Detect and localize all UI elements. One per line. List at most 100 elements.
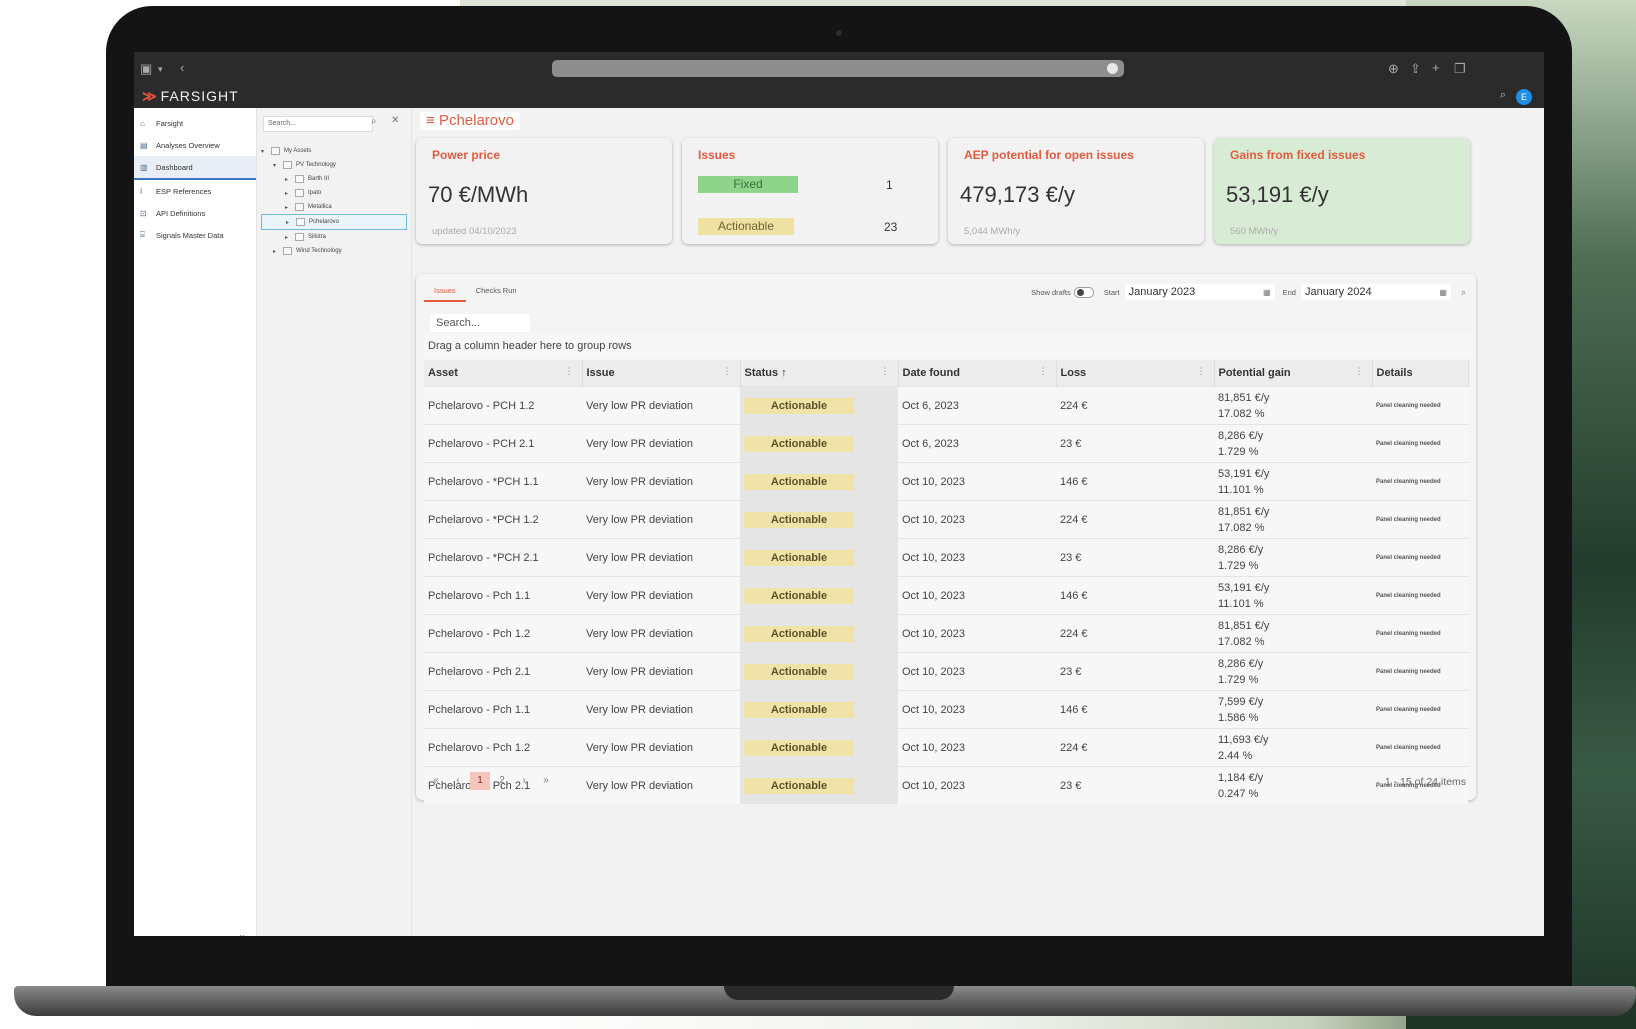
address-bar[interactable] [552,60,1124,77]
checkbox[interactable] [283,161,292,169]
nav-item-esp-references[interactable]: ⅰ ESP References [134,180,256,202]
tabs-overview-icon[interactable]: ❐ [1454,62,1466,76]
column-menu-icon[interactable]: ⋮ [565,366,574,377]
download-icon[interactable]: ⊕ [1388,62,1399,76]
nav-item-label: ESP References [156,186,212,196]
brand-logo[interactable]: ≫ FARSIGHT [142,88,239,105]
tab-issues[interactable]: Issues [424,284,466,302]
tree-node[interactable]: ▸ Wind Technology [261,244,407,258]
expand-arrow-icon[interactable]: ▾ [261,148,271,155]
nav-item-analyses-overview[interactable]: ▤ Analyses Overview [134,134,256,156]
column-menu-icon[interactable]: ⋮ [881,366,890,377]
actionable-badge[interactable]: Actionable [698,218,794,235]
previous-page-button[interactable]: ‹ [448,772,468,790]
table-row[interactable]: Pchelarovo - PCH 2.1 Very low PR deviatio… [424,424,1468,463]
back-icon[interactable]: ‹ [180,61,184,75]
table-row[interactable]: Pchelarovo - Pch 1.1 Very low PR deviatio… [424,576,1468,615]
start-date-picker[interactable]: January 2023 ▦ [1124,284,1275,300]
column-header-loss[interactable]: Loss ⋮ [1056,360,1215,387]
table-row[interactable]: Pchelarovo - Pch 1.2 Very low PR deviatio… [424,728,1468,767]
end-date-picker[interactable]: January 2024 ▦ [1300,284,1451,300]
nav-item-dashboard[interactable]: ▥ Dashboard [134,156,256,180]
table-row[interactable]: Pchelarovo - *PCH 1.2 Very low PR deviati… [424,500,1468,539]
app-header: ≫ FARSIGHT ⌕ E [134,86,1544,108]
column-header-issue[interactable]: Issue ⋮ [582,360,741,387]
gain-value: 7,599 €/y [1218,695,1264,708]
gain-value: 81,851 €/y [1218,391,1270,404]
table-row[interactable]: Pchelarovo - PCH 1.2 Very low PR deviatio… [424,386,1468,425]
checkbox[interactable] [295,233,304,241]
date-found-cell: Oct 6, 2023 [898,386,1056,425]
column-menu-icon[interactable]: ⋮ [1355,366,1364,377]
reload-icon[interactable] [1107,63,1118,74]
nav-item-signals-master-data[interactable]: ⌸ Signals Master Data [134,224,256,246]
table-row[interactable]: Pchelarovo - *PCH 1.1 Very low PR deviati… [424,462,1468,501]
checkbox[interactable] [296,218,305,226]
table-row[interactable]: Pchelarovo - Pch 2.1Very low PR deviatio… [424,652,1468,691]
gain-percent: 17.082 % [1218,635,1265,648]
tree-node[interactable]: ▸ Ipato [261,186,407,200]
column-menu-icon[interactable]: ⋮ [723,366,732,377]
tree-search-input[interactable]: Search... [263,116,373,132]
tree-node[interactable]: ▸ Metallica [261,200,407,214]
search-icon[interactable]: ⌕ [1500,89,1506,102]
column-menu-icon[interactable]: ⋮ [1039,366,1048,377]
chevron-down-icon[interactable]: ▾ [158,62,163,76]
expand-arrow-icon[interactable]: ▸ [286,219,296,226]
tab-checks-run[interactable]: Checks Run [466,284,527,300]
issues-card: Issues Fixed 1 Actionable 23 [682,138,938,244]
close-icon[interactable]: ✕ [391,115,399,126]
table-row[interactable]: Pchelarovo - Pch 1.2 Very low PR deviatio… [424,614,1468,653]
table-row[interactable]: Pchelarovo - Pch 1.1 Very low PR deviatio… [424,690,1468,729]
fixed-badge[interactable]: Fixed [698,176,798,193]
column-header-date-found[interactable]: Date found ⋮ [898,360,1057,387]
nav-item-api-definitions[interactable]: ⊡ API Definitions [134,202,256,224]
checkbox[interactable] [271,147,280,155]
last-page-button[interactable]: » [536,772,556,790]
column-header-details[interactable]: Details [1372,360,1469,387]
calendar-icon[interactable]: ▦ [1439,288,1447,297]
column-header-potential-gain[interactable]: Potential gain ⋮ [1214,360,1373,387]
column-menu-icon[interactable]: ⋮ [1197,366,1206,377]
tree-node[interactable]: ▸ Silistra [261,230,407,244]
details-cell: Panel cleaning needed [1372,614,1468,653]
tree-node[interactable]: ▸ Pchelarovo [261,214,407,230]
collapse-sidebar-button[interactable]: « [238,930,245,936]
expand-arrow-icon[interactable]: ▸ [285,190,295,197]
expand-arrow-icon[interactable]: ▸ [285,204,295,211]
sidebar-toggle-icon[interactable]: ▣ [140,62,152,76]
show-drafts-toggle[interactable] [1073,286,1094,298]
main-content: ≡ Pchelarovo Power price 70 €/MWh update… [412,108,1544,936]
search-icon[interactable]: ⌕ [371,116,377,127]
checkbox[interactable] [295,203,304,211]
next-page-button[interactable]: › [514,772,534,790]
tree-node[interactable]: ▸ Barth III [261,172,407,186]
first-page-button[interactable]: « [426,772,446,790]
column-header-status[interactable]: Status ↑ ⋮ [740,360,899,387]
expand-arrow-icon[interactable]: ▸ [285,176,295,183]
nav-item-farsight[interactable]: ⌂ Farsight [134,112,256,134]
table-row[interactable]: Pchelarovo - Pch 2.1Very low PR deviatio… [424,766,1468,804]
expand-arrow-icon[interactable]: ▸ [285,234,295,241]
gain-value: 53,191 €/y [1218,467,1270,480]
group-panel[interactable]: Drag a column header here to group rows [424,334,1472,358]
share-icon[interactable]: ⇪ [1410,62,1421,76]
new-tab-icon[interactable]: + [1432,61,1440,75]
tree-node[interactable]: ▾ My Assets [261,144,407,158]
page-button-1[interactable]: 1 [470,772,490,790]
calendar-icon[interactable]: ▦ [1263,288,1271,297]
tree-node[interactable]: ▾ PV Technology [261,158,407,172]
page-button-2[interactable]: 2 [492,772,512,790]
avatar[interactable]: E [1516,89,1532,105]
table-row[interactable]: Pchelarovo - *PCH 2.1 Very low PR deviati… [424,538,1468,577]
search-icon[interactable]: ⌕ [1461,287,1466,298]
grid-search-input[interactable]: Search... [430,314,530,332]
column-header-asset[interactable]: Asset ⋮ [424,360,583,387]
checkbox[interactable] [295,175,304,183]
checkbox[interactable] [295,189,304,197]
checkbox[interactable] [283,247,292,255]
issue-cell: Very low PR deviation [582,576,740,615]
status-badge: Actionable [744,435,854,452]
expand-arrow-icon[interactable]: ▸ [273,248,283,255]
expand-arrow-icon[interactable]: ▾ [273,162,283,169]
